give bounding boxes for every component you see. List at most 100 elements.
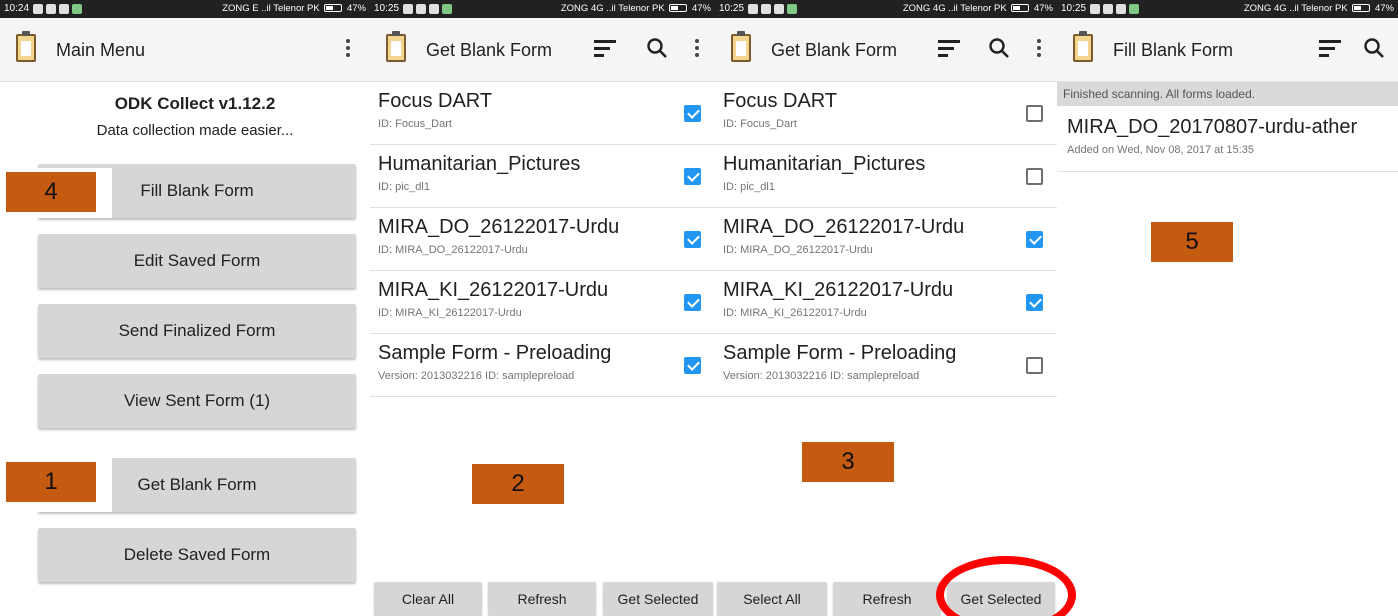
clear-all-button[interactable]: Clear All [374, 582, 482, 616]
list-item[interactable]: Focus DART ID: Focus_Dart [370, 82, 715, 145]
form-name: Focus DART [378, 90, 493, 112]
app-bar: Main Menu [0, 18, 370, 82]
page-title: Fill Blank Form [1113, 40, 1234, 60]
fill-blank-form-screen: 10:25 ZONG 4G ..il Telenor PK 47% Fill B… [1057, 0, 1398, 616]
status-bar: 10:25 ZONG 4G ..il Telenor PK 47% [370, 0, 715, 18]
call-icon [1129, 4, 1140, 14]
battery-text: 47% [1033, 3, 1053, 14]
notification-icon [1090, 4, 1101, 14]
form-name: Humanitarian_Pictures [723, 153, 926, 175]
status-right: ZONG 4G ..il Telenor PK 47% [1244, 0, 1394, 18]
checkbox-icon[interactable] [684, 168, 701, 185]
page-title: Get Blank Form [426, 40, 553, 60]
battery-text: 47% [346, 3, 366, 14]
view-sent-form-button[interactable]: View Sent Form (1) [38, 374, 356, 428]
checkbox-icon[interactable] [1026, 105, 1043, 122]
form-id: ID: MIRA_DO_26122017-Urdu [378, 244, 528, 256]
sort-icon[interactable] [1318, 36, 1342, 60]
list-item[interactable]: MIRA_DO_26122017-Urdu ID: MIRA_DO_261220… [370, 208, 715, 271]
checkbox-icon[interactable] [1026, 294, 1043, 311]
battery-text: 47% [691, 3, 711, 14]
step-tag-2: 2 [472, 464, 564, 504]
sort-icon[interactable] [593, 36, 617, 60]
app-tagline: Data collection made easier... [96, 122, 294, 139]
notification-icon [1103, 4, 1114, 14]
edit-saved-form-button[interactable]: Edit Saved Form [38, 234, 356, 288]
form-name: MIRA_DO_20170807-urdu-ather [1067, 116, 1358, 138]
form-name: Sample Form - Preloading [723, 342, 957, 364]
search-icon[interactable] [1362, 36, 1386, 60]
list-item[interactable]: MIRA_DO_20170807-urdu-ather Added on Wed… [1057, 106, 1398, 172]
notification-icon [59, 4, 70, 14]
form-id: ID: pic_dl1 [723, 181, 775, 193]
form-id: ID: MIRA_KI_26122017-Urdu [378, 307, 522, 319]
checkbox-icon[interactable] [1026, 168, 1043, 185]
list-item[interactable]: Humanitarian_Pictures ID: pic_dl1 [370, 145, 715, 208]
notification-icon [46, 4, 57, 14]
page-title: Main Menu [56, 40, 146, 60]
checkbox-icon[interactable] [684, 105, 701, 122]
list-item[interactable]: MIRA_KI_26122017-Urdu ID: MIRA_KI_261220… [370, 271, 715, 334]
carrier-text: ZONG 4G ..il Telenor PK [902, 3, 1007, 14]
list-item[interactable]: MIRA_DO_26122017-Urdu ID: MIRA_DO_261220… [715, 208, 1057, 271]
carrier-text: ZONG 4G ..il Telenor PK [1243, 3, 1348, 14]
refresh-button[interactable]: Refresh [833, 582, 941, 616]
app-bar: Get Blank Form [715, 18, 1057, 82]
list-item[interactable]: Sample Form - Preloading Version: 201303… [370, 334, 715, 397]
list-item[interactable]: Focus DART ID: Focus_Dart [715, 82, 1057, 145]
form-id: Version: 2013032216 ID: samplepreload [723, 370, 920, 382]
form-id: ID: Focus_Dart [723, 118, 797, 130]
status-time: 10:25 [1061, 3, 1087, 14]
sort-icon[interactable] [937, 36, 961, 60]
clipboard-icon [1073, 31, 1093, 62]
delete-saved-form-button[interactable]: Delete Saved Form [38, 528, 356, 582]
send-finalized-form-button[interactable]: Send Finalized Form [38, 304, 356, 358]
checkbox-icon[interactable] [1026, 231, 1043, 248]
form-id: ID: pic_dl1 [378, 181, 430, 193]
list-item[interactable]: Humanitarian_Pictures ID: pic_dl1 [715, 145, 1057, 208]
status-time: 10:24 [4, 3, 30, 14]
form-name: MIRA_KI_26122017-Urdu [723, 279, 954, 301]
overflow-menu-icon[interactable] [1027, 36, 1051, 60]
screenshot-collage: 10:24 ZONG E ..il Telenor PK 47% Main Me… [0, 0, 1398, 616]
checkbox-icon[interactable] [1026, 357, 1043, 374]
select-all-button[interactable]: Select All [717, 582, 827, 616]
battery-icon [669, 4, 688, 13]
overflow-menu-icon[interactable] [336, 36, 360, 60]
clipboard-icon [386, 31, 406, 62]
status-right: ZONG E ..il Telenor PK 47% [222, 0, 366, 18]
checkbox-icon[interactable] [684, 357, 701, 374]
call-icon [442, 4, 453, 14]
carrier-text: ZONG 4G ..il Telenor PK [560, 3, 665, 14]
scan-status-message: Finished scanning. All forms loaded. [1057, 82, 1398, 106]
step-tag-4: 4 [6, 172, 96, 212]
list-item[interactable]: Sample Form - Preloading Version: 201303… [715, 334, 1057, 397]
clipboard-icon [731, 31, 751, 62]
main-menu-screen: 10:24 ZONG E ..il Telenor PK 47% Main Me… [0, 0, 370, 616]
form-name: MIRA_KI_26122017-Urdu [378, 279, 609, 301]
page-title: Get Blank Form [771, 40, 898, 60]
status-right: ZONG 4G ..il Telenor PK 47% [903, 0, 1053, 18]
checkbox-icon[interactable] [684, 231, 701, 248]
status-bar: 10:25 ZONG 4G ..il Telenor PK 47% [715, 0, 1057, 18]
form-added-date: Added on Wed, Nov 08, 2017 at 15:35 [1067, 144, 1254, 156]
status-bar: 10:25 ZONG 4G ..il Telenor PK 47% [1057, 0, 1398, 18]
battery-text: 47% [1374, 3, 1394, 14]
form-id: ID: MIRA_KI_26122017-Urdu [723, 307, 867, 319]
form-name: Focus DART [723, 90, 838, 112]
overflow-menu-icon[interactable] [685, 36, 709, 60]
notification-icon [429, 4, 440, 14]
call-icon [72, 4, 83, 14]
step-tag-5: 5 [1151, 222, 1233, 262]
get-blank-form-screen-selected: 10:25 ZONG 4G ..il Telenor PK 47% Get Bl… [715, 0, 1057, 616]
checkbox-icon[interactable] [684, 294, 701, 311]
search-icon[interactable] [987, 36, 1011, 60]
notification-icon [416, 4, 427, 14]
get-selected-button[interactable]: Get Selected [603, 582, 713, 616]
notification-icon [748, 4, 759, 14]
refresh-button[interactable]: Refresh [488, 582, 596, 616]
form-id: ID: Focus_Dart [378, 118, 452, 130]
list-item[interactable]: MIRA_KI_26122017-Urdu ID: MIRA_KI_261220… [715, 271, 1057, 334]
search-icon[interactable] [645, 36, 669, 60]
battery-icon [1352, 4, 1371, 13]
